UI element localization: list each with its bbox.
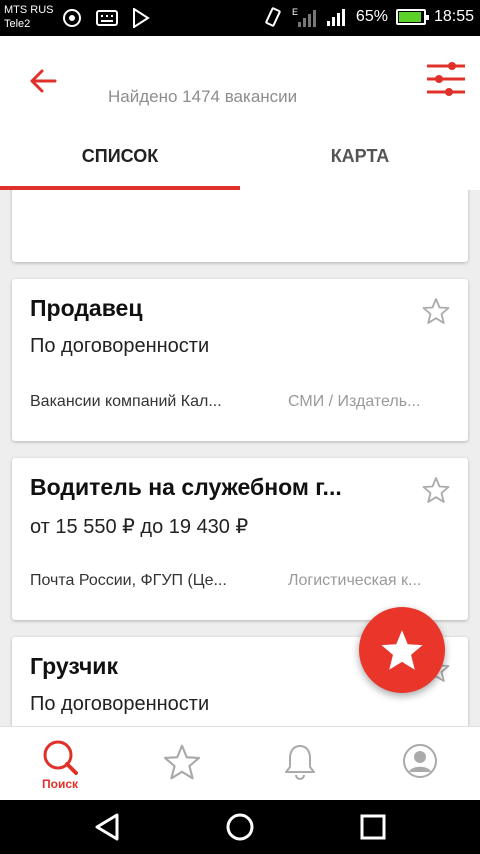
favorite-star-icon[interactable] bbox=[422, 476, 450, 504]
signal-e-icon: E bbox=[292, 7, 316, 27]
star-icon bbox=[163, 744, 201, 780]
carrier-secondary: Tele2 bbox=[4, 18, 31, 30]
bottom-navigation: Поиск bbox=[0, 726, 480, 800]
job-title: Грузчик bbox=[30, 653, 118, 679]
job-salary: По договоренности bbox=[30, 335, 210, 357]
profile-icon bbox=[403, 744, 437, 778]
recents-square-icon[interactable] bbox=[358, 812, 388, 842]
status-bar: MTS RUS Tele2 E 65% 18:55 bbox=[0, 0, 480, 36]
radar-icon bbox=[63, 9, 81, 27]
job-card[interactable]: Водитель на служебном г... от 15 550 ₽ д… bbox=[12, 458, 468, 620]
tab-map-label: КАРТА bbox=[330, 146, 390, 166]
network-type-label: E bbox=[292, 7, 298, 17]
home-circle-icon[interactable] bbox=[225, 812, 255, 842]
job-category: Логистическая к... bbox=[288, 572, 422, 589]
filter-icon[interactable] bbox=[425, 60, 467, 98]
star-icon bbox=[381, 630, 423, 670]
nav-search-label: Поиск bbox=[41, 777, 78, 791]
play-store-icon bbox=[133, 8, 150, 28]
carrier-primary: MTS RUS bbox=[4, 4, 54, 16]
job-card-partial[interactable] bbox=[12, 190, 468, 262]
nav-notifications[interactable] bbox=[240, 727, 360, 801]
tab-map[interactable]: КАРТА bbox=[240, 140, 480, 190]
keyboard-icon bbox=[96, 10, 118, 26]
job-title: Водитель на служебном г... bbox=[30, 474, 342, 500]
favorite-star-icon[interactable] bbox=[422, 297, 450, 325]
vibrate-icon bbox=[265, 7, 281, 27]
nav-search[interactable]: Поиск bbox=[0, 727, 120, 801]
job-category: СМИ / Издатель... bbox=[288, 393, 421, 410]
bell-icon bbox=[285, 745, 315, 780]
view-tabs: СПИСОК КАРТА bbox=[0, 140, 480, 190]
favorites-fab-button[interactable] bbox=[359, 607, 445, 693]
search-icon bbox=[43, 740, 78, 775]
carrier-names: MTS RUS Tele2 bbox=[4, 3, 54, 31]
app-bar: Найдено 1474 вакансии СПИСОК КАРТА bbox=[0, 36, 480, 190]
clock: 18:55 bbox=[433, 8, 474, 25]
back-triangle-icon[interactable] bbox=[92, 812, 122, 842]
tab-list[interactable]: СПИСОК bbox=[0, 140, 240, 190]
notification-icons bbox=[62, 8, 150, 28]
job-company: Вакансии компаний Кал... bbox=[30, 393, 222, 410]
system-navigation-bar bbox=[0, 800, 480, 854]
back-arrow-icon[interactable] bbox=[28, 66, 58, 96]
battery-icon bbox=[395, 9, 429, 25]
tab-list-label: СПИСОК bbox=[81, 146, 159, 166]
battery-percent: 65% bbox=[355, 8, 388, 25]
signal-icon bbox=[326, 9, 345, 26]
results-count: Найдено 1474 вакансии bbox=[108, 87, 298, 106]
status-right: E 65% 18:55 bbox=[264, 6, 474, 28]
job-salary: от 15 550 ₽ до 19 430 ₽ bbox=[30, 516, 249, 538]
job-salary: По договоренности bbox=[30, 693, 210, 715]
job-card[interactable]: Продавец По договоренности Вакансии комп… bbox=[12, 279, 468, 441]
nav-favorites[interactable] bbox=[122, 727, 242, 801]
job-title: Продавец bbox=[30, 295, 143, 321]
nav-profile[interactable] bbox=[360, 727, 480, 801]
job-company: Почта России, ФГУП (Це... bbox=[30, 572, 227, 589]
